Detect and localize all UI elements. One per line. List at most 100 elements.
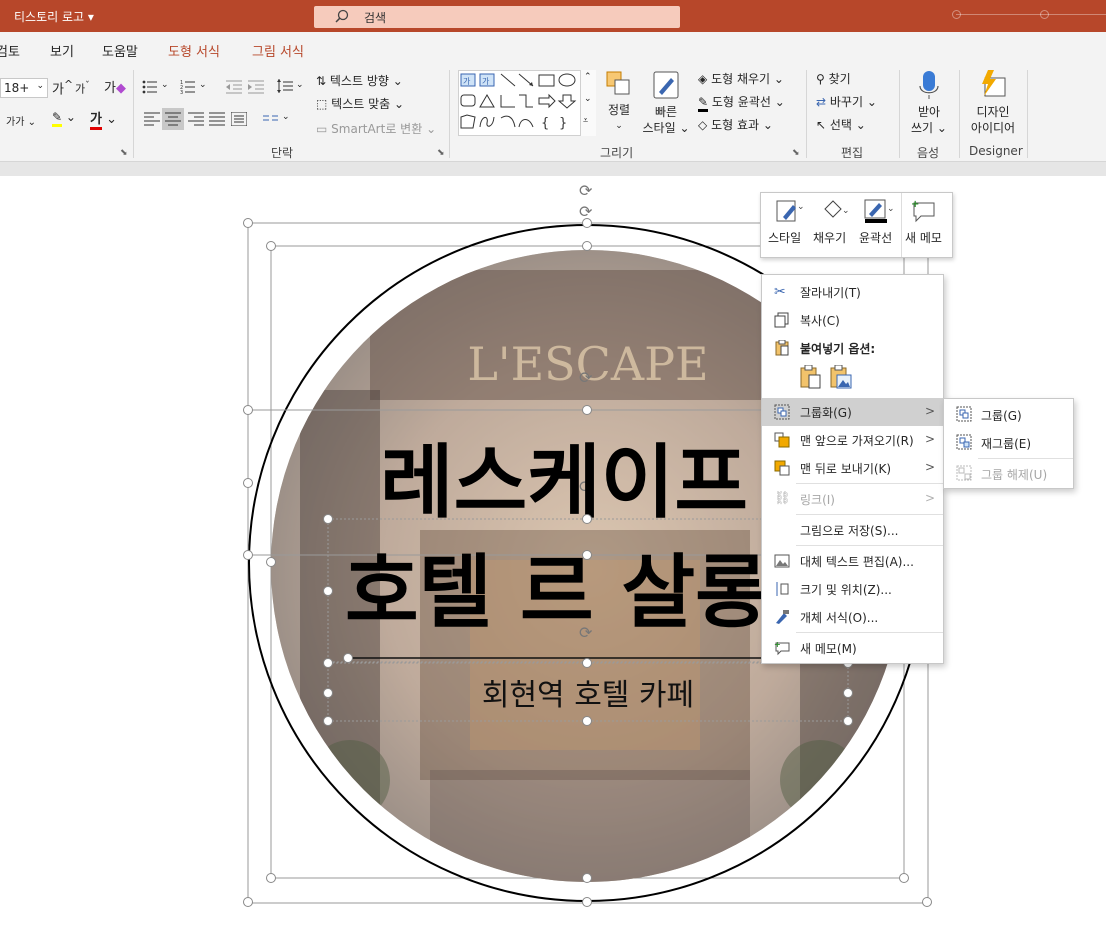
clear-format-button[interactable]: 가◆ <box>104 77 126 96</box>
increase-indent-icon[interactable] <box>248 80 264 94</box>
title-line-2[interactable]: 호텔 르 살롱 <box>345 546 769 639</box>
align-right-icon[interactable] <box>188 112 204 126</box>
resize-handle[interactable] <box>243 405 253 415</box>
resize-handle[interactable] <box>323 586 333 596</box>
mini-style-button[interactable]: 스타일 <box>768 229 801 246</box>
dialog-launcher-icon[interactable]: ⬊ <box>437 148 445 158</box>
submenu-item-ungroup[interactable]: 그룹 해제(U) <box>944 459 1073 487</box>
resize-handle[interactable] <box>582 658 592 668</box>
columns-icon[interactable] <box>263 112 279 126</box>
chevron-down-icon[interactable]: ⌄ <box>296 80 304 90</box>
tab-review[interactable]: 검토 <box>0 41 20 60</box>
menu-item-new-comment[interactable]: + 새 메모(M) <box>762 634 943 662</box>
resize-handle[interactable] <box>243 550 253 560</box>
arrange-button[interactable]: 정렬 ⌄ <box>602 70 636 134</box>
align-center-button[interactable] <box>162 108 184 130</box>
scroll-up-icon[interactable]: ⌃ <box>584 72 592 82</box>
document-title[interactable]: 티스토리 로고 ▾ <box>14 8 94 25</box>
align-left-icon[interactable] <box>144 112 160 126</box>
menu-item-copy[interactable]: 복사(C) <box>762 306 943 334</box>
resize-handle[interactable] <box>582 873 592 883</box>
resize-handle[interactable] <box>323 514 333 524</box>
resize-handle[interactable] <box>266 873 276 883</box>
menu-item-save-as-picture[interactable]: 그림으로 저장(S)... <box>762 516 943 544</box>
tab-shape-format[interactable]: 도형 서식 <box>168 41 220 60</box>
shape-outline-button[interactable]: ✎ 도형 윤곽선 ⌄ <box>698 93 785 112</box>
rotate-handle-icon[interactable]: ⟳ <box>579 181 593 200</box>
menu-item-format-object[interactable]: 개체 서식(O)... <box>762 603 943 631</box>
font-color-button[interactable]: 가 ⌄ <box>90 108 117 130</box>
dialog-launcher-icon[interactable]: ⬊ <box>792 148 800 158</box>
shape-effects-button[interactable]: ◇ 도형 효과 ⌄ <box>698 116 773 133</box>
rotate-handle-icon[interactable]: ⟳ <box>579 368 593 387</box>
menu-item-bring-front[interactable]: 맨 앞으로 가져오기(R) > <box>762 426 943 454</box>
menu-item-cut[interactable]: ✂ 잘라내기(T) <box>762 278 943 306</box>
paste-keep-format-icon[interactable] <box>800 365 822 389</box>
resize-handle[interactable] <box>922 897 932 907</box>
resize-handle[interactable] <box>323 688 333 698</box>
submenu-item-regroup[interactable]: 재그룹(E) <box>944 428 1073 456</box>
resize-handle[interactable] <box>582 550 592 560</box>
highlight-button[interactable]: ✎ ⌄ <box>52 110 76 127</box>
chevron-down-icon[interactable]: ⌄ <box>161 80 169 90</box>
resize-handle[interactable] <box>582 405 592 415</box>
resize-handle[interactable] <box>843 688 853 698</box>
chevron-down-icon[interactable]: ⌄ <box>199 80 207 90</box>
shape-fill-button[interactable]: ◈ 도형 채우기 ⌄ <box>698 70 784 87</box>
quick-styles-button[interactable]: 빠른 스타일 ⌄ <box>640 70 692 136</box>
submenu-item-group[interactable]: 그룹(G) <box>944 400 1073 428</box>
mini-outline-button[interactable]: 윤곽선 <box>859 229 892 246</box>
menu-item-send-back[interactable]: 맨 뒤로 보내기(K) > <box>762 454 943 482</box>
dictate-button[interactable]: 받아 쓰기 ⌄ <box>906 70 952 136</box>
select-button[interactable]: ↖ 선택 ⌄ <box>816 116 866 133</box>
resize-handle[interactable] <box>243 478 253 488</box>
shapes-gallery[interactable]: 가 가 { } <box>458 70 596 136</box>
shapes-gallery-scroll[interactable]: ⌃ ⌄ ⩡ <box>580 70 596 136</box>
font-size-box[interactable]: 18+ ⌄ <box>0 78 48 98</box>
resize-handle[interactable] <box>582 716 592 726</box>
title-line-1[interactable]: 레스케이프 <box>380 436 748 529</box>
resize-handle[interactable] <box>266 241 276 251</box>
resize-handle[interactable] <box>343 653 353 663</box>
justify-icon[interactable] <box>209 112 225 126</box>
bullets-icon[interactable] <box>142 80 158 94</box>
resize-handle[interactable] <box>323 658 333 668</box>
line-spacing-icon[interactable] <box>277 79 293 93</box>
chevron-down-icon[interactable]: ⌄ <box>282 112 290 122</box>
scroll-down-icon[interactable]: ⌄ <box>584 94 592 104</box>
new-comment-button-icon[interactable]: + <box>911 199 937 226</box>
smartart-button[interactable]: ▭ SmartArt로 변환 ⌄ <box>316 120 436 137</box>
menu-item-group[interactable]: 그룹화(G) > <box>762 398 943 426</box>
tab-help[interactable]: 도움말 <box>102 41 138 60</box>
mini-new-comment-button[interactable]: 새 메모 <box>905 229 942 246</box>
outline-button-icon[interactable]: ⌄ <box>863 199 895 228</box>
distributed-icon[interactable] <box>231 112 247 126</box>
search-box[interactable]: 검색 <box>314 6 680 28</box>
resize-handle[interactable] <box>323 716 333 726</box>
resize-handle[interactable] <box>582 218 592 228</box>
resize-handle[interactable] <box>582 897 592 907</box>
resize-handle[interactable] <box>843 716 853 726</box>
menu-item-alt-text[interactable]: 대체 텍스트 편집(A)... <box>762 547 943 575</box>
numbering-icon[interactable]: 123 <box>180 80 196 94</box>
design-ideas-button[interactable]: 디자인 아이디어 <box>964 70 1022 136</box>
replace-button[interactable]: ⇄ 바꾸기 ⌄ <box>816 93 877 110</box>
align-text-button[interactable]: ⬚ 텍스트 맞춤 ⌄ <box>316 95 404 112</box>
resize-handle[interactable] <box>266 557 276 567</box>
decrease-indent-icon[interactable] <box>226 80 242 94</box>
shrink-font-button[interactable]: 가ˇ <box>75 80 90 97</box>
menu-item-size-position[interactable]: 크기 및 위치(Z)... <box>762 575 943 603</box>
text-direction-button[interactable]: ⇅ 텍스트 방향 ⌄ <box>316 72 403 89</box>
resize-handle[interactable] <box>243 897 253 907</box>
tab-picture-format[interactable]: 그림 서식 <box>252 41 304 60</box>
resize-handle[interactable] <box>582 514 592 524</box>
resize-handle[interactable] <box>243 218 253 228</box>
tab-view[interactable]: 보기 <box>50 41 74 60</box>
dialog-launcher-icon[interactable]: ⬊ <box>120 148 128 158</box>
resize-handle[interactable] <box>899 873 909 883</box>
subtitle-text[interactable]: 회현역 호텔 카페 <box>482 678 694 713</box>
fill-button-icon[interactable]: ⌄ <box>821 199 851 226</box>
grow-font-button[interactable]: 가^ <box>52 78 73 97</box>
mini-fill-button[interactable]: 채우기 <box>813 229 846 246</box>
style-button-icon[interactable]: ⌄ <box>775 199 805 226</box>
